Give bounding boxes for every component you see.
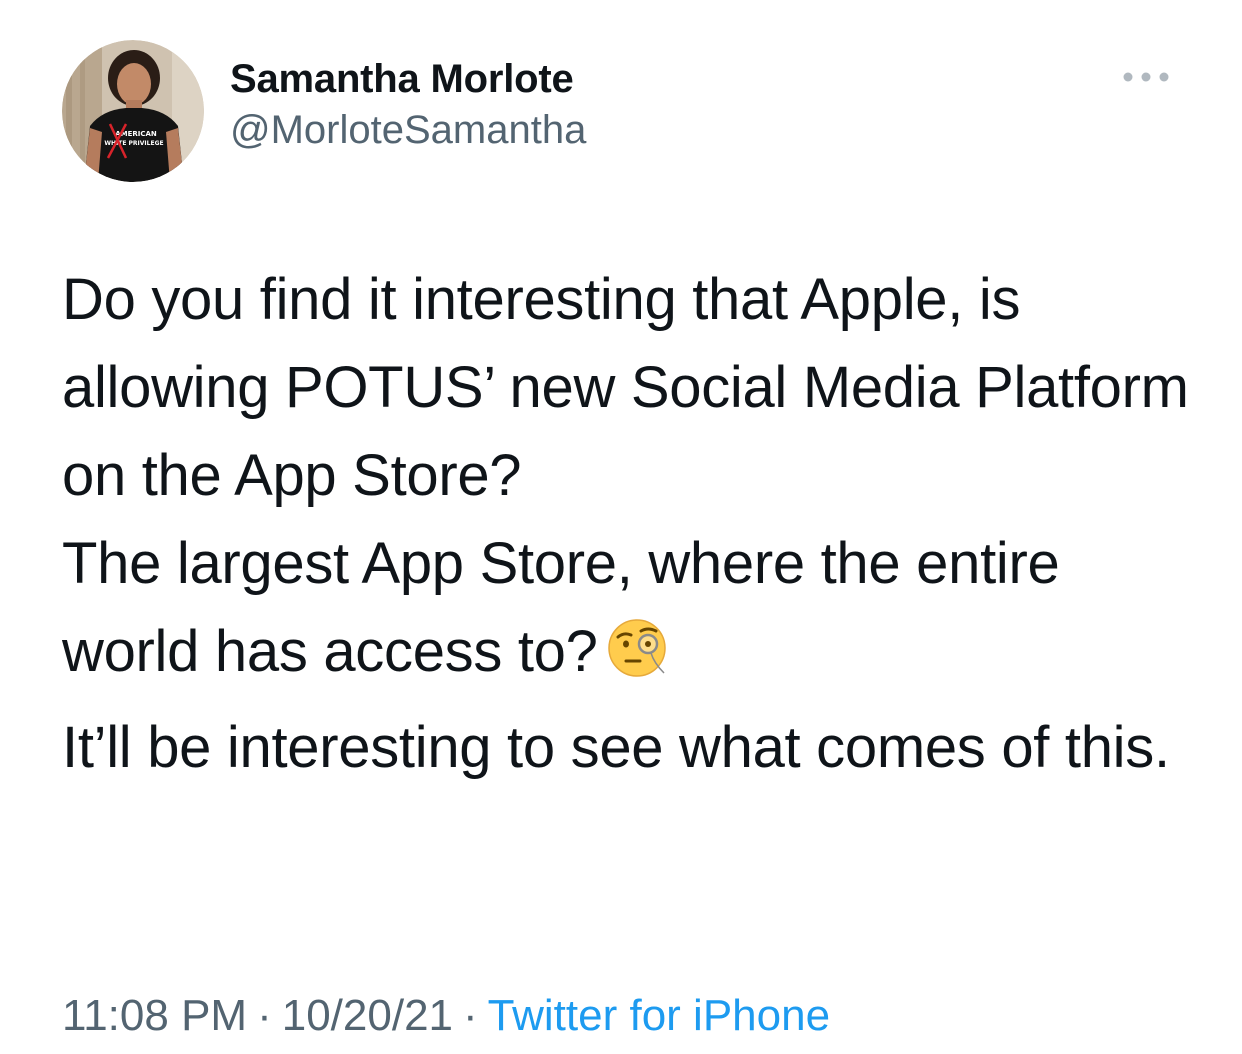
tweet-source-link[interactable]: Twitter for iPhone — [488, 991, 830, 1040]
tweet-paragraph-text: The largest App Store, where the entire … — [62, 531, 1060, 684]
meta-separator: · — [463, 991, 478, 1040]
avatar[interactable]: AMERICAN WHITE PRIVILEGE — [62, 40, 204, 182]
tweet-date[interactable]: 10/20/21 — [282, 991, 453, 1040]
avatar-photo: AMERICAN WHITE PRIVILEGE — [62, 40, 204, 182]
tweet-card: AMERICAN WHITE PRIVILEGE Samantha Morlot… — [0, 0, 1242, 1054]
author-info: Samantha Morlote @MorloteSamantha — [230, 54, 586, 156]
more-options-button[interactable] — [1116, 62, 1180, 92]
meta-separator: · — [257, 991, 272, 1040]
tweet-header: AMERICAN WHITE PRIVILEGE Samantha Morlot… — [62, 40, 1180, 184]
more-horizontal-icon — [1123, 72, 1169, 82]
tweet-meta: 11:08 PM · 10/20/21 · Twitter for iPhone — [62, 986, 830, 1046]
tweet-paragraph-text: Do you find it interesting that Apple, i… — [62, 267, 1189, 508]
display-name[interactable]: Samantha Morlote — [230, 54, 586, 104]
tweet-text: Do you find it interesting that Apple, i… — [62, 256, 1202, 792]
tweet-paragraph: The largest App Store, where the entire … — [62, 520, 1202, 704]
tweet-time[interactable]: 11:08 PM — [62, 991, 247, 1040]
tweet-paragraph-text: It’ll be interesting to see what comes o… — [62, 715, 1170, 780]
tweet-paragraph: Do you find it interesting that Apple, i… — [62, 256, 1202, 520]
face-with-monocle-emoji — [606, 616, 668, 704]
tweet-paragraph: It’ll be interesting to see what comes o… — [62, 704, 1202, 792]
user-handle[interactable]: @MorloteSamantha — [230, 104, 586, 156]
